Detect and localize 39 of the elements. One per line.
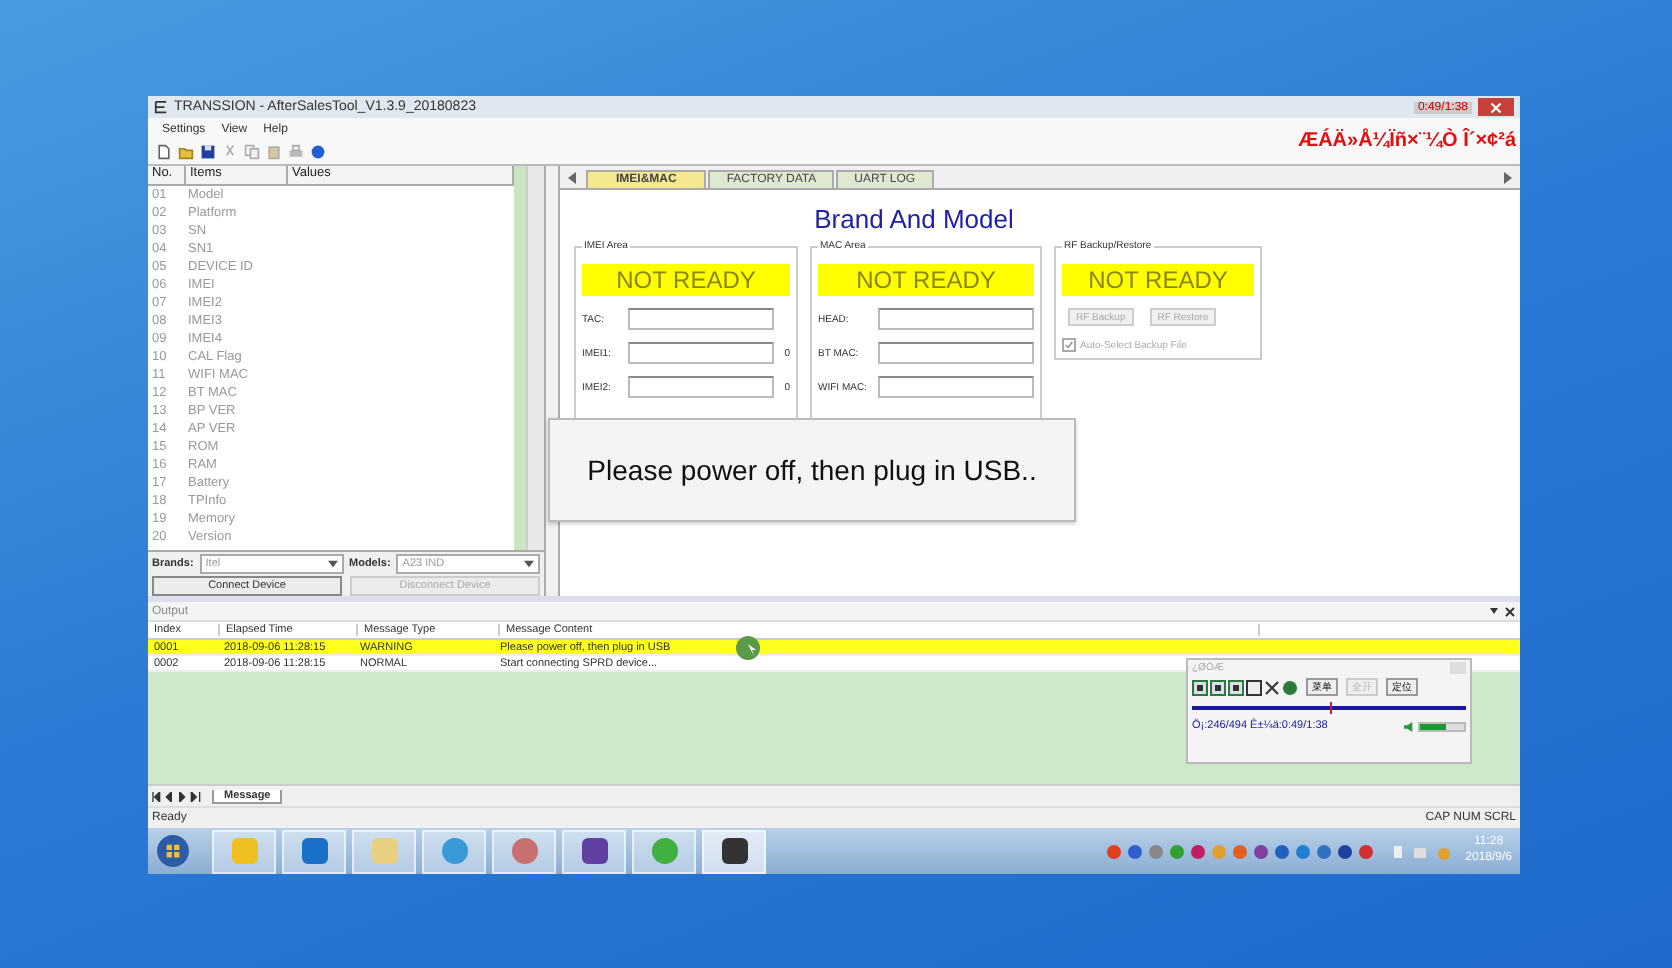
input-field[interactable] xyxy=(628,376,774,398)
input-field[interactable] xyxy=(878,342,1034,364)
mouse-cursor-icon xyxy=(736,636,760,660)
taskbar-app-button[interactable] xyxy=(702,829,766,873)
scrollbar[interactable] xyxy=(526,166,544,550)
folder-icon[interactable] xyxy=(178,144,194,160)
volume-slider[interactable] xyxy=(1418,721,1466,731)
sheet-navigation-icon[interactable] xyxy=(152,791,204,801)
close-button[interactable] xyxy=(1478,98,1514,116)
scroll-right-icon[interactable] xyxy=(1504,172,1512,184)
pin-close-icon[interactable] xyxy=(1488,605,1516,617)
start-button-icon[interactable] xyxy=(156,834,190,868)
app-logo-icon xyxy=(154,100,168,114)
network-volume-icon[interactable] xyxy=(1391,843,1452,859)
input-field[interactable] xyxy=(878,308,1034,330)
status-banner: NOT READY xyxy=(1062,264,1254,296)
status-banner: NOT READY xyxy=(582,264,790,296)
copy-icon[interactable] xyxy=(244,144,260,160)
input-field[interactable] xyxy=(878,376,1034,398)
garbled-banner-text: ÆÁÄ»Å¼Ïñ×¨¼Ò Î´×¢²á xyxy=(1298,127,1518,155)
scissors-icon[interactable] xyxy=(222,144,238,160)
status-banner: NOT READY xyxy=(818,264,1034,296)
new-file-icon[interactable] xyxy=(156,144,172,160)
playhead-marker[interactable] xyxy=(1329,702,1331,714)
dropdown-arrow-icon xyxy=(327,560,337,568)
screen-icon[interactable] xyxy=(1246,679,1262,695)
expand-icon[interactable] xyxy=(1264,679,1280,695)
scroll-left-icon[interactable] xyxy=(568,172,576,184)
save-icon[interactable] xyxy=(200,144,216,160)
printer-icon[interactable] xyxy=(288,144,304,160)
dropdown-arrow-icon xyxy=(524,560,534,568)
input-field[interactable] xyxy=(628,308,774,330)
taskbar-app-button[interactable] xyxy=(562,829,626,873)
close-icon xyxy=(1490,101,1502,113)
speaker-icon xyxy=(1404,721,1414,731)
paste-icon[interactable] xyxy=(266,144,282,160)
input-field[interactable] xyxy=(628,342,774,364)
popup-message: Please power off, then plug in USB.. xyxy=(587,454,1037,486)
section-heading: Brand And Model xyxy=(812,204,1016,234)
